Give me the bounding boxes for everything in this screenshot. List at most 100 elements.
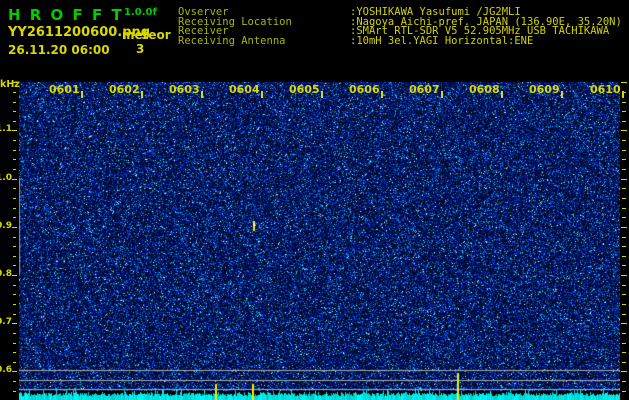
freq-tick-right	[621, 275, 627, 276]
freq-tick-right	[622, 314, 626, 315]
freq-tick-right	[622, 343, 626, 344]
freq-tick-left	[13, 343, 16, 344]
freq-tick-left	[13, 140, 16, 141]
freq-tick-left	[13, 188, 16, 189]
frequency-unit-label: kHz	[0, 79, 20, 90]
freq-tick-label: 1.0	[0, 173, 12, 183]
freq-tick-right	[622, 121, 626, 122]
freq-tick-left	[13, 198, 16, 199]
freq-tick-right	[622, 256, 626, 257]
freq-tick-right	[622, 140, 626, 141]
freq-tick-left	[13, 217, 16, 218]
freq-tick-left	[12, 179, 17, 180]
freq-tick-left	[12, 82, 17, 83]
freq-tick-left	[13, 285, 16, 286]
hrofft-window: H R O F F T 1.0.0f YY2611200600.png mete…	[0, 0, 629, 400]
freq-tick-right	[622, 159, 626, 160]
freq-tick-right	[622, 150, 626, 151]
freq-tick-left	[13, 169, 16, 170]
freq-tick-right	[622, 111, 626, 112]
freq-tick-left	[13, 294, 16, 295]
freq-tick-right	[622, 352, 626, 353]
time-tick-label: 0605	[289, 83, 320, 96]
info-value: :10mH 3el.YAGI Horizontal:ENE	[350, 35, 534, 48]
freq-tick-left	[13, 265, 16, 266]
freq-tick-label: 0.7	[0, 317, 12, 327]
app-title: H R O F F T	[8, 6, 124, 24]
freq-tick-right	[622, 294, 626, 295]
time-tick	[561, 91, 563, 98]
freq-tick-right	[622, 304, 626, 305]
freq-tick-left	[13, 111, 16, 112]
freq-tick-left	[13, 150, 16, 151]
freq-tick-right	[622, 381, 626, 382]
time-tick-label: 0606	[349, 83, 380, 96]
freq-tick-left	[13, 159, 16, 160]
time-tick	[321, 91, 323, 98]
freq-tick-label: 0.6	[0, 365, 12, 375]
info-row: Receiving Antenna :10mH 3el.YAGI Horizont…	[178, 35, 622, 48]
time-tick-label: 0609	[529, 83, 560, 96]
freq-tick-right	[622, 217, 626, 218]
freq-tick-right	[622, 208, 626, 209]
time-tick-label: 0603	[169, 83, 200, 96]
freq-tick-left	[13, 256, 16, 257]
freq-tick-right	[622, 391, 626, 392]
time-tick	[441, 91, 443, 98]
time-tick	[201, 91, 203, 98]
freq-tick-left	[13, 208, 16, 209]
freq-tick-right	[622, 169, 626, 170]
datetime-label: 26.11.20 06:00	[8, 43, 110, 57]
freq-tick-right	[622, 246, 626, 247]
time-tick-label: 0608	[469, 83, 500, 96]
freq-tick-right	[621, 179, 627, 180]
time-tick-label: 0602	[109, 83, 140, 96]
meteor-count: 3	[136, 42, 145, 56]
freq-tick-left	[12, 323, 17, 324]
freq-tick-label: 0.9	[0, 221, 12, 231]
freq-tick-left	[13, 304, 16, 305]
freq-tick-right	[622, 188, 626, 189]
freq-tick-right	[622, 102, 626, 103]
freq-tick-left	[13, 237, 16, 238]
freq-tick-right	[622, 285, 626, 286]
mode-label: meteor	[122, 28, 171, 42]
freq-tick-right	[622, 362, 626, 363]
freq-tick-right	[621, 323, 627, 324]
time-tick	[81, 91, 83, 98]
freq-tick-left	[13, 121, 16, 122]
freq-tick-left	[13, 333, 16, 334]
freq-tick-right	[622, 333, 626, 334]
freq-tick-label: 0.8	[0, 269, 12, 279]
freq-tick-left	[13, 246, 16, 247]
freq-tick-right	[621, 371, 627, 372]
freq-tick-right	[621, 82, 627, 83]
time-tick	[501, 91, 503, 98]
freq-tick-left	[12, 371, 17, 372]
time-tick-label: 0601	[49, 83, 80, 96]
time-tick	[261, 91, 263, 98]
time-tick-label: 0610	[590, 83, 621, 96]
freq-tick-right	[622, 237, 626, 238]
freq-tick-label: 1.1	[0, 124, 12, 134]
freq-tick-right	[622, 198, 626, 199]
station-info-table: Ovserver:YOSHIKAWA Yasufumi /JG2MLI Recei…	[178, 7, 622, 48]
time-tick	[141, 91, 143, 98]
freq-tick-left	[13, 314, 16, 315]
info-label: Receiving Antenna	[178, 35, 286, 48]
freq-tick-left	[13, 381, 16, 382]
freq-tick-left	[12, 275, 17, 276]
freq-tick-left	[13, 391, 16, 392]
spectrogram-canvas	[19, 82, 620, 400]
freq-tick-right	[622, 265, 626, 266]
freq-tick-left	[13, 362, 16, 363]
time-tick	[622, 91, 624, 98]
time-tick-label: 0604	[229, 83, 260, 96]
app-version: 1.0.0f	[124, 7, 157, 18]
freq-tick-left	[13, 352, 16, 353]
time-tick	[381, 91, 383, 98]
freq-tick-left	[13, 92, 16, 93]
freq-tick-left	[13, 102, 16, 103]
freq-tick-right	[621, 227, 627, 228]
freq-tick-left	[12, 130, 17, 131]
